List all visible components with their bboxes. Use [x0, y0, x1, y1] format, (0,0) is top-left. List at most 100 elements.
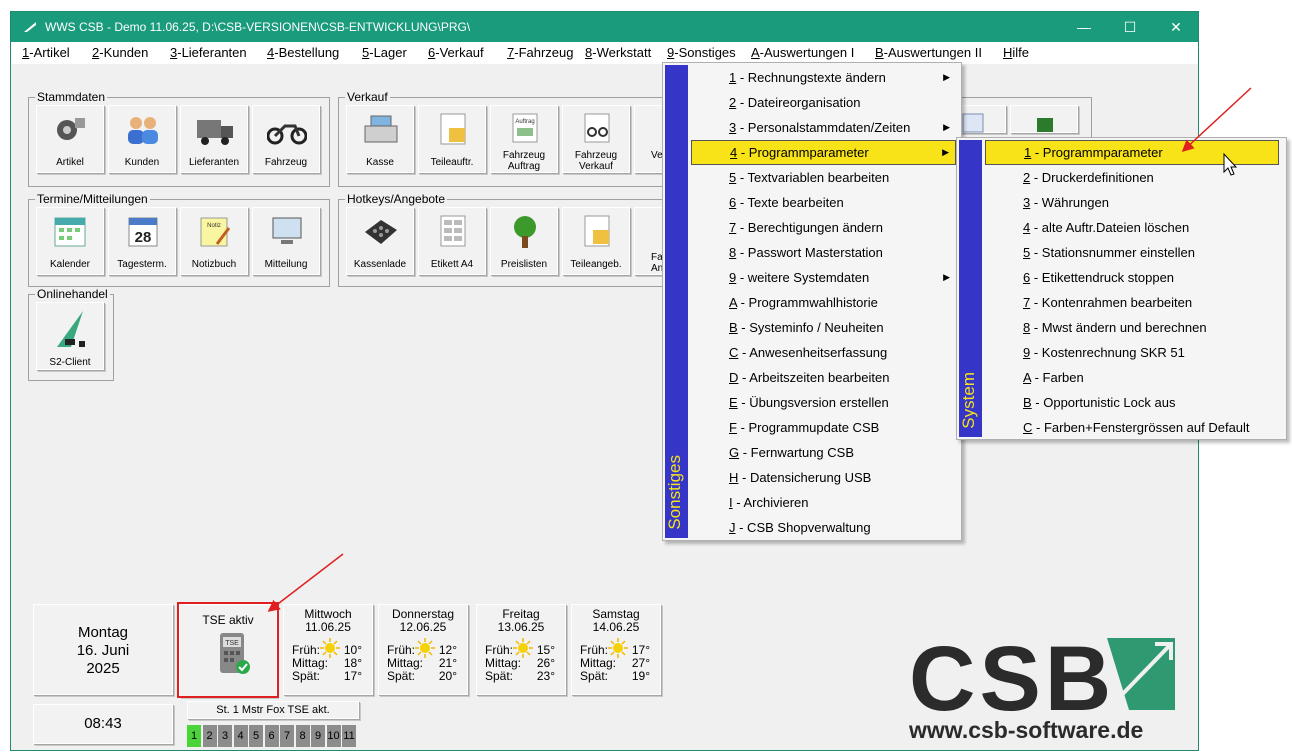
menu-item-10[interactable]: B-Auswertungen II — [875, 45, 982, 60]
sonstiges-menu-item[interactable]: H - Datensicherung USB — [691, 465, 956, 490]
menu-band-label: Sonstiges — [665, 455, 684, 530]
sonstiges-menu-item[interactable]: F - Programmupdate CSB — [691, 415, 956, 440]
tile-fahrzeug[interactable]: Fahrzeug — [252, 105, 320, 173]
tile-s2-client[interactable]: S2-Client — [36, 302, 104, 370]
menu-item-1[interactable]: 2-Kunden — [92, 45, 148, 60]
sonstiges-menu-item[interactable]: J - CSB Shopverwaltung — [691, 515, 956, 540]
submenu-arrow-icon: ▶ — [942, 147, 949, 157]
notepad-icon: Notiz — [200, 217, 231, 247]
sonstiges-menu-item[interactable]: E - Übungsversion erstellen — [691, 390, 956, 415]
forecast-weekday: Freitag — [502, 607, 540, 621]
tile-etikett-a4[interactable]: Etikett A4 — [418, 207, 486, 275]
forecast-temp: 21° — [438, 656, 457, 670]
tile-partial-b[interactable] — [1010, 105, 1078, 133]
tile-preislisten[interactable]: Preislisten — [490, 207, 558, 275]
system-menu-item[interactable]: 7 - Kontenrahmen bearbeiten — [985, 290, 1281, 315]
menu-item-2[interactable]: 3-Lieferanten — [170, 45, 247, 60]
tile-fahrzeug-auftrag[interactable]: Auftrag Fahrzeug Auftrag — [490, 105, 558, 173]
system-menu-item[interactable]: 5 - Stationsnummer einstellen — [985, 240, 1281, 265]
tile-kunden[interactable]: Kunden — [108, 105, 176, 173]
sonstiges-menu-item[interactable]: G - Fernwartung CSB — [691, 440, 956, 465]
menu-item-label: - Kontenrahmen bearbeiten — [1030, 295, 1193, 310]
customers-icon — [128, 117, 158, 144]
sonstiges-menu-item[interactable]: 4 - Programmparameter ▶ — [691, 140, 956, 165]
sonstiges-menu-item[interactable]: A - Programmwahlhistorie — [691, 290, 956, 315]
menu-item-label: - Passwort Masterstation — [736, 245, 883, 260]
sonstiges-menu-item[interactable]: D - Arbeitszeiten bearbeiten — [691, 365, 956, 390]
menu-item-label: - Programmwahlhistorie — [736, 295, 878, 310]
sonstiges-menu-item[interactable]: 9 - weitere Systemdaten ▶ — [691, 265, 956, 290]
forecast-label: Spät: — [292, 669, 321, 683]
system-menu-item[interactable]: 3 - Währungen — [985, 190, 1281, 215]
tile-lieferanten[interactable]: Lieferanten — [180, 105, 248, 173]
menu-item-3[interactable]: 4-Bestellung — [267, 45, 339, 60]
menu-item-label: - Programmparameter — [737, 145, 869, 160]
menu-item-9[interactable]: A-Auswertungen I — [751, 45, 854, 60]
menu-item-8[interactable]: 9-Sonstiges — [667, 45, 736, 60]
tile-teileauftrag[interactable]: Teileauftr. — [418, 105, 486, 173]
tile-label: Preislisten — [500, 259, 548, 270]
sonstiges-menu-item[interactable]: B - Systeminfo / Neuheiten — [691, 315, 956, 340]
station-indicator: 8 — [295, 725, 310, 747]
sonstiges-menu-item[interactable]: I - Archivieren — [691, 490, 956, 515]
tile-tagestermine[interactable]: 28 Tagesterm. — [108, 207, 176, 275]
sonstiges-menu-item[interactable]: 7 - Berechtigungen ändern — [691, 215, 956, 240]
tile-kassenlade[interactable]: Kassenlade — [346, 207, 414, 275]
submenu-arrow-icon: ▶ — [943, 272, 950, 282]
sonstiges-menu-item[interactable]: 2 - Dateireorganisation — [691, 90, 956, 115]
system-menu-item[interactable]: 2 - Druckerdefinitionen — [985, 165, 1281, 190]
menu-item-5[interactable]: 6-Verkauf — [428, 45, 484, 60]
maximize-button[interactable]: ☐ — [1107, 12, 1153, 42]
parts-order-icon — [440, 113, 466, 145]
tile-kasse[interactable]: Kasse — [346, 105, 414, 173]
time-box: 08:43 — [33, 704, 173, 744]
tile-mitteilung[interactable]: Mitteilung — [252, 207, 320, 275]
minimize-button[interactable]: — — [1061, 12, 1107, 42]
sonstiges-menu-item[interactable]: 5 - Textvariablen bearbeiten — [691, 165, 956, 190]
forecast-temp: 17° — [631, 643, 650, 657]
system-menu-item[interactable]: 4 - alte Auftr.Dateien löschen — [985, 215, 1281, 240]
forecast-temp: 19° — [631, 669, 650, 683]
menu-accelerator: A — [729, 295, 737, 310]
group-label: Verkauf — [345, 90, 390, 104]
tile-artikel[interactable]: Artikel — [36, 105, 104, 173]
tile-label: Kalender — [49, 259, 91, 270]
menu-item-0[interactable]: 1-Artikel — [22, 45, 70, 60]
tse-highlight-frame — [177, 602, 279, 698]
station-indicator: 10 — [326, 725, 341, 747]
menu-item-11[interactable]: Hilfe — [1003, 45, 1029, 60]
tile-fahrzeug-verkauf[interactable]: Fahrzeug Verkauf — [562, 105, 630, 173]
submenu-arrow-icon: ▶ — [943, 72, 950, 82]
title-bar[interactable]: WWS CSB - Demo 11.06.25, D:\CSB-VERSIONE… — [11, 12, 1198, 42]
logo-text: CSB — [909, 632, 1115, 730]
system-menu-item[interactable]: C - Farben+Fenstergrössen auf Default — [985, 415, 1281, 440]
menu-item-4[interactable]: 5-Lager — [362, 45, 407, 60]
station-indicator: 7 — [280, 725, 294, 747]
sonstiges-menu-item[interactable]: C - Anwesenheitserfassung — [691, 340, 956, 365]
menu-item-label: -Sonstiges — [674, 45, 736, 60]
menu-item-label: -Auswertungen II — [883, 45, 982, 60]
close-button[interactable]: ✕ — [1153, 12, 1198, 42]
tile-kalender[interactable]: Kalender — [36, 207, 104, 275]
system-menu-item[interactable]: 9 - Kostenrechnung SKR 51 — [985, 340, 1281, 365]
tile-notizbuch[interactable]: Notiz Notizbuch — [180, 207, 248, 275]
logo-url: www.csb-software.de — [909, 717, 1143, 743]
forecast-label: Früh: — [485, 643, 514, 657]
system-menu-item[interactable]: 6 - Etikettendruck stoppen — [985, 265, 1281, 290]
tile-teileangebot[interactable]: Teileangeb. — [562, 207, 630, 275]
tile-label: Fahrzeug — [264, 157, 308, 168]
system-menu-item[interactable]: A - Farben — [985, 365, 1281, 390]
system-menu-item[interactable]: B - Opportunistic Lock aus — [985, 390, 1281, 415]
menu-item-6[interactable]: 7-Fahrzeug — [507, 45, 573, 60]
sonstiges-menu-item[interactable]: 6 - Texte bearbeiten — [691, 190, 956, 215]
system-menu-item[interactable]: 1 - Programmparameter — [985, 140, 1279, 165]
menu-accelerator: B — [875, 45, 884, 60]
sonstiges-menu-item[interactable]: 3 - Personalstammdaten/Zeiten ▶ — [691, 115, 956, 140]
sonstiges-menu-item[interactable]: 1 - Rechnungstexte ändern ▶ — [691, 65, 956, 90]
forecast-temp: 26° — [536, 656, 555, 670]
tile-label: Lieferanten — [188, 157, 240, 168]
menu-accelerator: C — [729, 345, 739, 360]
sonstiges-menu-item[interactable]: 8 - Passwort Masterstation — [691, 240, 956, 265]
system-menu-item[interactable]: 8 - Mwst ändern und berechnen — [985, 315, 1281, 340]
menu-item-7[interactable]: 8-Werkstatt — [585, 45, 651, 60]
